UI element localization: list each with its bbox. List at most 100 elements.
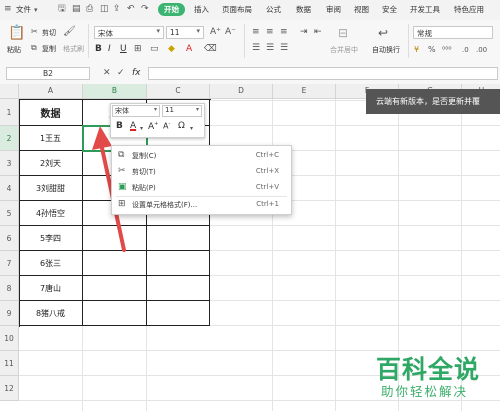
row-header-7[interactable]: 7 bbox=[0, 251, 19, 276]
scissors-icon[interactable]: ✂ bbox=[31, 27, 38, 37]
paste-icon[interactable]: 📋 bbox=[8, 26, 25, 40]
redo-icon[interactable]: ↷ bbox=[141, 4, 149, 14]
row-header-3[interactable]: 3 bbox=[0, 151, 19, 176]
paste-button-label[interactable]: 粘贴 bbox=[7, 45, 21, 55]
update-notification[interactable]: 云端有新版本，是否更新并覆 bbox=[366, 89, 500, 114]
tab-formulas[interactable]: 公式 bbox=[266, 4, 281, 15]
cell-a9[interactable]: 8猪八戒 bbox=[19, 301, 83, 326]
merge-center-icon[interactable]: ⊟ bbox=[338, 27, 348, 39]
cell-a1[interactable]: 数据 bbox=[19, 99, 83, 126]
preview-icon[interactable]: ◫ bbox=[100, 4, 109, 14]
row-header-12[interactable]: 12 bbox=[0, 376, 19, 401]
currency-icon[interactable]: ¥ bbox=[414, 45, 419, 55]
column-header-d[interactable]: D bbox=[210, 84, 273, 99]
align-center-icon[interactable]: ☰ bbox=[266, 43, 274, 53]
select-all-corner[interactable] bbox=[0, 84, 19, 99]
align-top-icon[interactable]: ≡ bbox=[252, 27, 260, 37]
row-header-1[interactable]: 1 bbox=[0, 99, 19, 126]
column-header-c[interactable]: C bbox=[147, 84, 210, 99]
tab-insert[interactable]: 插入 bbox=[194, 4, 209, 15]
formula-input[interactable] bbox=[148, 67, 498, 80]
cell-a3[interactable]: 2刘天 bbox=[19, 151, 83, 176]
mini-bold-button[interactable]: B bbox=[116, 121, 123, 131]
menu-file[interactable]: 文件 bbox=[16, 4, 31, 15]
tab-page-layout[interactable]: 页面布局 bbox=[222, 4, 252, 15]
merge-center-button[interactable]: 合并居中 bbox=[330, 45, 358, 55]
print-icon[interactable]: ⎙ bbox=[86, 4, 93, 14]
cell-a6[interactable]: 5李四 bbox=[19, 226, 83, 251]
mini-shrink-font-button[interactable]: A- bbox=[163, 121, 170, 131]
shrink-font-icon[interactable]: A⁻ bbox=[225, 27, 236, 37]
indent-icon[interactable]: ⇥ bbox=[300, 27, 308, 37]
outdent-icon[interactable]: ⇤ bbox=[314, 27, 322, 37]
context-menu-paste[interactable]: ▣ 粘贴(P) Ctrl+V bbox=[112, 180, 291, 196]
increase-decimal-icon[interactable]: .0 bbox=[462, 45, 469, 55]
cell-c7[interactable] bbox=[147, 251, 210, 276]
column-header-b[interactable]: B bbox=[83, 84, 147, 99]
align-right-icon[interactable]: ☰ bbox=[280, 43, 288, 53]
border-icon[interactable]: ⊞ bbox=[134, 44, 142, 54]
row-header-11[interactable]: 11 bbox=[0, 351, 19, 376]
underline-button[interactable]: U bbox=[120, 44, 127, 54]
confirm-icon[interactable]: ✓ bbox=[117, 68, 125, 78]
copy-icon[interactable]: ⧉ bbox=[31, 43, 37, 53]
cancel-icon[interactable]: ✕ bbox=[103, 68, 111, 78]
tab-review[interactable]: 审阅 bbox=[326, 4, 341, 15]
chevron-down-icon[interactable]: ▾ bbox=[140, 124, 143, 134]
chevron-down-icon[interactable]: ▾ bbox=[34, 5, 38, 15]
cut-button[interactable]: 剪切 bbox=[42, 28, 56, 38]
undo-icon[interactable]: ↶ bbox=[127, 4, 135, 14]
cell-b8[interactable] bbox=[83, 276, 147, 301]
clear-icon[interactable]: ⌫ bbox=[204, 44, 217, 54]
export-icon[interactable]: ⇪ bbox=[113, 4, 121, 14]
context-menu-copy[interactable]: ⧉ 复制(C) Ctrl+C bbox=[112, 148, 291, 164]
chevron-down-icon[interactable]: ▾ bbox=[190, 124, 193, 134]
cell-c8[interactable] bbox=[147, 276, 210, 301]
name-box[interactable]: B2 bbox=[6, 67, 90, 80]
row-header-10[interactable]: 10 bbox=[0, 326, 19, 351]
merge-icon[interactable]: ▭ bbox=[150, 44, 159, 54]
tab-view[interactable]: 视图 bbox=[354, 4, 369, 15]
fx-button[interactable]: fx bbox=[132, 68, 141, 78]
bold-button[interactable]: B bbox=[95, 44, 102, 54]
row-header-8[interactable]: 8 bbox=[0, 276, 19, 301]
cell-c9[interactable] bbox=[147, 301, 210, 326]
tab-developer[interactable]: 开发工具 bbox=[410, 4, 440, 15]
column-header-e[interactable]: E bbox=[273, 84, 336, 99]
tab-security[interactable]: 安全 bbox=[382, 4, 397, 15]
wrap-text-icon[interactable]: ↩ bbox=[378, 27, 388, 39]
mini-font-select[interactable]: 宋体 ▾ bbox=[112, 105, 160, 117]
row-header-9[interactable]: 9 bbox=[0, 301, 19, 326]
wrap-text-button[interactable]: 自动换行 bbox=[372, 45, 400, 55]
cell-a7[interactable]: 6张三 bbox=[19, 251, 83, 276]
fill-color-icon[interactable]: ◆ bbox=[168, 44, 175, 54]
save-icon[interactable]: 🖫 bbox=[58, 4, 66, 14]
mini-size-select[interactable]: 11 ▾ bbox=[162, 105, 202, 117]
tab-data[interactable]: 数据 bbox=[296, 4, 311, 15]
cell-a4[interactable]: 3刘甜甜 bbox=[19, 176, 83, 201]
mini-symbol-button[interactable]: Ω bbox=[178, 121, 185, 131]
number-format-select[interactable]: 常规 bbox=[413, 26, 493, 39]
row-header-5[interactable]: 5 bbox=[0, 201, 19, 226]
align-middle-icon[interactable]: ≡ bbox=[266, 27, 274, 37]
font-size-select[interactable]: 11 ▾ bbox=[166, 26, 204, 39]
align-bottom-icon[interactable]: ≡ bbox=[280, 27, 288, 37]
italic-button[interactable]: I bbox=[108, 44, 111, 54]
thousands-icon[interactable]: ⁰⁰⁰ bbox=[442, 45, 452, 55]
row-header-2[interactable]: 2 bbox=[0, 126, 19, 151]
menu-icon[interactable]: ≡ bbox=[4, 4, 12, 14]
tab-home[interactable]: 开始 bbox=[158, 3, 185, 16]
column-header-a[interactable]: A bbox=[19, 84, 83, 99]
decrease-decimal-icon[interactable]: .00 bbox=[476, 45, 487, 55]
font-color-icon[interactable]: A bbox=[186, 44, 192, 54]
row-header-4[interactable]: 4 bbox=[0, 176, 19, 201]
format-painter-button[interactable]: 格式刷 bbox=[63, 44, 84, 54]
format-painter-icon[interactable]: 🖌 bbox=[63, 27, 76, 37]
mini-grow-font-button[interactable]: A+ bbox=[148, 121, 158, 132]
font-name-select[interactable]: 宋体 ▾ bbox=[94, 26, 164, 39]
align-left-icon[interactable]: ☰ bbox=[252, 43, 260, 53]
copy-button[interactable]: 复制 bbox=[42, 44, 56, 54]
cell-b9[interactable] bbox=[83, 301, 147, 326]
context-menu-format-cells[interactable]: ⊞ 设置单元格格式(F)... Ctrl+1 bbox=[112, 197, 291, 213]
grow-font-icon[interactable]: A⁺ bbox=[210, 27, 221, 37]
